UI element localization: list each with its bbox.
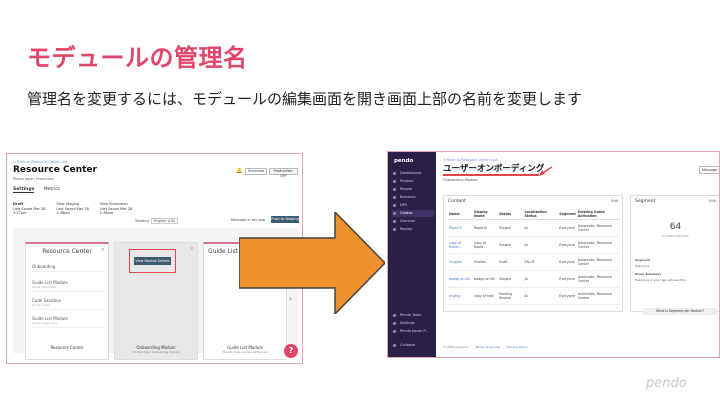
pendo-footer-logo: pendo	[646, 376, 687, 391]
close-icon: ×	[100, 247, 105, 253]
col-header[interactable]: Segment	[558, 209, 577, 220]
col-header[interactable]: Status	[498, 209, 524, 220]
tab-metrics[interactable]: Metrics	[44, 187, 60, 192]
slide: モデュールの管理名 管理名を変更するには、モデュールの編集画面を開き画面上部の名…	[0, 0, 720, 405]
sidebar-item-discover[interactable]: Discover	[392, 218, 434, 225]
sidebar-item-guides[interactable]: Guides	[392, 210, 434, 217]
language-select[interactable]: English (US)	[151, 218, 179, 224]
env-production[interactable]: View Production Last Saved Mar 28 2:38pm	[100, 202, 133, 216]
slide-title: モデュールの管理名	[27, 44, 248, 72]
sidebar-item-collapse[interactable]: Collapse	[392, 342, 434, 349]
card-label: Guide List Module Module Type: Guide List…	[222, 345, 268, 354]
env-staging[interactable]: View Staging Last Saved Mar 28 2:38pm	[56, 202, 89, 216]
segment-value: Everyone	[635, 264, 650, 268]
pendo-logo: pendo	[394, 158, 414, 164]
sidebar-item-people[interactable]: People	[392, 186, 434, 193]
page-title: Resource Center	[13, 165, 97, 175]
col-header[interactable]: Display Name	[473, 209, 499, 220]
segment-panel: Segment Edit 64 ELIGIBLE VISITORS Segmen…	[630, 195, 719, 315]
privacy-link[interactable]: Privacy Policy	[507, 345, 527, 349]
tab-settings[interactable]: Settings	[13, 187, 35, 193]
sidebar-item-pendo-tools[interactable]: Pendo Tools	[392, 312, 434, 319]
card-item[interactable]: Onboarding	[32, 264, 104, 272]
view-module-details-button[interactable]: View Module Details	[134, 257, 171, 265]
sidebar-item-behavior[interactable]: Behavior	[392, 194, 434, 201]
table-row[interactable]: copy of Rapid... copy of Rapid... Staged JA…	[448, 236, 620, 254]
card-title: Resource Center	[42, 248, 92, 255]
viewing-control: Viewing: English (US)	[135, 218, 179, 224]
env-row: Draft Last Saved Mar 28 2:37pm View Stagi…	[13, 202, 133, 216]
terms-link[interactable]: Terms of Service	[475, 345, 500, 349]
segment-header: Segment	[635, 199, 656, 204]
sidebar-item-nps[interactable]: NPS	[392, 202, 434, 209]
module-type: Onboarding Module	[443, 178, 478, 182]
card-label: Onboarding Module Module Type: Onboarding…	[132, 345, 180, 354]
back-link[interactable]: < Back to Resource Center List	[13, 160, 67, 164]
sidebar-item-account[interactable]: Pendo Japan P...	[392, 328, 434, 335]
footer: © 2024 pendo.io Terms of Service Privacy…	[443, 345, 534, 349]
table-row[interactable]: Rapid B Rapid B Staged JA Everyone Automatic,…	[448, 219, 620, 237]
table-row[interactable]: Insights Hidden Draft EN-US Everyone Automati…	[448, 253, 620, 271]
segment-help-button[interactable]: What is Segment per Module?	[643, 308, 717, 315]
col-header[interactable]: Existing Guide Activation	[576, 209, 620, 220]
segment-label: Segment	[635, 258, 651, 262]
sidebar-item-settings[interactable]: Settings	[392, 320, 434, 327]
status-button[interactable]: Production: OFF	[269, 168, 298, 178]
sidebar-item-replay[interactable]: Replay	[392, 226, 434, 233]
table-row[interactable]: testing copy of test Pending Review JA Every…	[448, 287, 620, 305]
resource-center-card[interactable]: Resource Center × Onboarding Guide List …	[25, 242, 109, 360]
message-button[interactable]: Message in	[699, 166, 719, 174]
sidebar-item-product[interactable]: Product	[392, 178, 434, 185]
schedule-button[interactable]: Schedule	[245, 168, 267, 175]
app-label: Pendo Japan Production	[13, 177, 55, 181]
slide-subtitle: 管理名を変更するには、モデュールの編集画面を開き画面上部の名前を変更します	[27, 90, 583, 108]
sidebar-item-dashboards[interactable]: Dashboards	[392, 170, 434, 177]
eligible-count: 64	[669, 222, 682, 232]
sidebar: pendo Dashboards Product People Behavior…	[388, 152, 436, 357]
content-panel: Content Edit Name Display Name Status Lo…	[443, 195, 623, 312]
help-button[interactable]: ?	[284, 344, 298, 358]
env-draft[interactable]: Draft Last Saved Mar 28 2:37pm	[13, 202, 46, 216]
close-icon: ×	[189, 246, 194, 252]
rules-label: Rules Summary	[635, 272, 662, 276]
rules-value: Everyone in your app will see this.	[635, 278, 687, 282]
right-screenshot: pendo Dashboards Product People Behavior…	[387, 151, 720, 358]
card-item[interactable]: Guide List Module Guides listed here	[32, 316, 104, 328]
col-header[interactable]: Name	[448, 209, 474, 220]
module-name-title[interactable]: ユーザーオンボーディング	[443, 162, 544, 174]
card-item[interactable]: Code Sandbox Guides listed	[32, 298, 104, 310]
content-header: Content	[448, 199, 466, 204]
arrow-right-icon	[239, 212, 385, 314]
tabs: Settings Metrics	[13, 187, 68, 193]
edit-button[interactable]: Edit	[611, 199, 618, 203]
content-table: Name Display Name Status Localization St…	[448, 209, 620, 305]
eligible-label: ELIGIBLE VISITORS	[662, 234, 689, 238]
edit-button[interactable]: Edit	[709, 199, 716, 203]
underline-highlight	[443, 174, 539, 176]
bell-icon[interactable]: 🔔	[236, 168, 242, 174]
pointer-arrow-icon	[539, 166, 553, 176]
card-label: Resource Center	[50, 345, 84, 350]
copyright: © 2024 pendo.io	[443, 345, 469, 349]
card-item[interactable]: Guide List Module Guide listed here	[32, 280, 104, 292]
table-row[interactable]: badge on NC badge on NC Staged JA Everyone Au…	[448, 270, 620, 288]
col-header[interactable]: Localization Status	[523, 209, 559, 220]
